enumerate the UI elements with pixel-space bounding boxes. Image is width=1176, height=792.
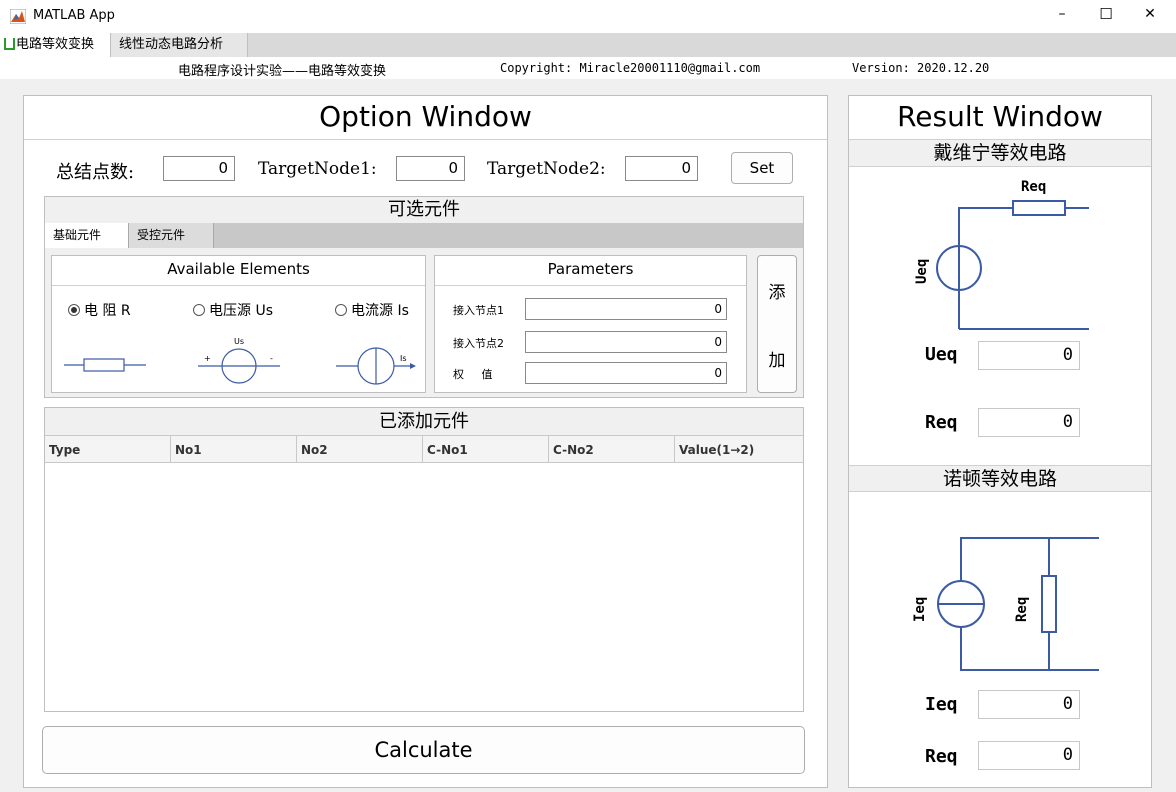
table-body[interactable] (45, 463, 803, 711)
parameters-panel: Parameters 接入节点1 0 接入节点2 0 权 值 0 (434, 255, 747, 393)
column-no2[interactable]: No2 (297, 436, 423, 464)
subtab-basic[interactable]: 基础元件 (45, 223, 129, 248)
calculate-button[interactable]: Calculate (42, 726, 805, 774)
resistor-symbol-icon (64, 358, 146, 372)
subtab-label: 基础元件 (53, 228, 102, 242)
version-text: Version: 2020.12.20 (852, 61, 990, 75)
column-c-no1[interactable]: C-No1 (423, 436, 549, 464)
ueq-label: Ueq (925, 344, 958, 365)
add-element-button[interactable]: 添 加 (757, 255, 797, 393)
set-button[interactable]: Set (731, 152, 793, 184)
add-button-bottom: 加 (768, 351, 786, 371)
norton-circuit-icon: Ieq Req (912, 537, 1099, 671)
req2-label: Req (925, 746, 958, 767)
column-value[interactable]: Value(1→2) (675, 436, 803, 464)
available-elements-title: Available Elements (167, 260, 310, 278)
voltage-source-symbol-icon: Us + - (198, 337, 280, 384)
req-label: Req (925, 412, 958, 433)
green-tab-icon (4, 38, 15, 50)
subtab-controlled[interactable]: 受控元件 (129, 223, 214, 248)
radio-selected-icon (68, 304, 80, 316)
target-node1-input[interactable]: 0 (396, 156, 465, 181)
column-c-no2[interactable]: C-No2 (549, 436, 675, 464)
option-window-panel: Option Window 总结点数: 0 TargetNode1: 0 Tar… (23, 95, 828, 788)
param-node2-input[interactable]: 0 (525, 331, 727, 353)
option-window-title: Option Window (319, 100, 532, 133)
added-elements-group: 已添加元件 Type No1 No2 C-No1 C-No2 Value(1→2… (44, 407, 804, 712)
optional-elements-title: 可选元件 (388, 199, 460, 220)
target-node1-label: TargetNode1: (258, 159, 377, 179)
plus-sign: + (204, 354, 211, 363)
app-heading: 电路程序设计实验——电路等效变换 (178, 64, 387, 79)
minus-sign: - (270, 354, 273, 363)
target-node2-label: TargetNode2: (487, 159, 606, 179)
added-elements-title: 已添加元件 (45, 408, 803, 435)
info-line: 电路程序设计实验——电路等效变换 Copyright: Miracle20001… (0, 57, 1176, 79)
radio-resistor[interactable]: 电 阻 R (68, 300, 131, 320)
norton-req-label: Req (1014, 597, 1030, 622)
minimize-button[interactable]: – (1050, 6, 1074, 22)
tab-dynamic-analysis[interactable]: 线性动态电路分析 (111, 33, 248, 57)
copyright-text: Copyright: Miracle20001110@gmail.com (500, 61, 761, 75)
req-value: 0 (978, 408, 1080, 437)
radio-label: 电 阻 R (84, 303, 131, 319)
param-node1-label: 接入节点1 (453, 304, 504, 317)
norton-ieq-label: Ieq (912, 597, 928, 622)
target-node2-input[interactable]: 0 (625, 156, 698, 181)
column-no1[interactable]: No1 (171, 436, 297, 464)
ueq-value: 0 (978, 341, 1080, 370)
radio-unselected-icon (193, 304, 205, 316)
thevenin-req-label: Req (1021, 179, 1046, 195)
subtab-label: 受控元件 (137, 228, 186, 242)
table-header: Type No1 No2 C-No1 C-No2 Value(1→2) (45, 435, 803, 464)
app-tab-bar: 电路等效变换 线性动态电路分析 (0, 33, 1176, 57)
parameters-title: Parameters (547, 260, 634, 278)
radio-voltage-source[interactable]: 电压源 Us (193, 300, 273, 320)
close-button[interactable]: ✕ (1138, 6, 1162, 22)
thevenin-circuit-icon: Req Ueq (914, 179, 1089, 330)
column-type[interactable]: Type (45, 436, 171, 464)
window-title: MATLAB App (33, 8, 115, 23)
ieq-label: Ieq (925, 694, 958, 715)
result-window-panel: Result Window 戴维宁等效电路 Req Ueq Ueq 0 Req … (848, 95, 1152, 788)
param-node1-input[interactable]: 0 (525, 298, 727, 320)
title-bar: MATLAB App – ☐ ✕ (0, 0, 1176, 33)
tab-circuit-equivalent[interactable]: 电路等效变换 (0, 33, 111, 57)
current-source-symbol-icon: Is (336, 347, 416, 385)
radio-current-source[interactable]: 电流源 Is (335, 300, 409, 320)
param-weight-label: 权 值 (453, 368, 493, 381)
radio-label: 电压源 Us (209, 303, 273, 319)
matlab-logo-icon (9, 8, 27, 25)
tab-label: 电路等效变换 (16, 37, 95, 52)
thevenin-title: 戴维宁等效电路 (849, 140, 1151, 167)
available-elements-panel: Available Elements 电 阻 R 电压源 Us 电流源 Is U… (51, 255, 426, 393)
param-weight-input[interactable]: 0 (525, 362, 727, 384)
total-nodes-input[interactable]: 0 (163, 156, 235, 181)
result-window-title: Result Window (897, 100, 1103, 133)
ieq-value: 0 (978, 690, 1080, 719)
norton-title: 诺顿等效电路 (849, 465, 1151, 492)
thevenin-ueq-label: Ueq (914, 259, 930, 284)
optional-elements-group: 可选元件 基础元件 受控元件 Available Elements 电 阻 R … (44, 196, 804, 398)
radio-label: 电流源 Is (351, 303, 409, 319)
is-label: Is (400, 354, 407, 363)
tab-label: 线性动态电路分析 (119, 37, 224, 52)
param-node2-label: 接入节点2 (453, 337, 504, 350)
add-button-top: 添 (768, 283, 786, 303)
req2-value: 0 (978, 741, 1080, 770)
us-label: Us (234, 337, 244, 346)
maximize-button[interactable]: ☐ (1094, 5, 1118, 23)
total-nodes-label: 总结点数: (56, 162, 135, 183)
radio-unselected-icon (335, 304, 347, 316)
